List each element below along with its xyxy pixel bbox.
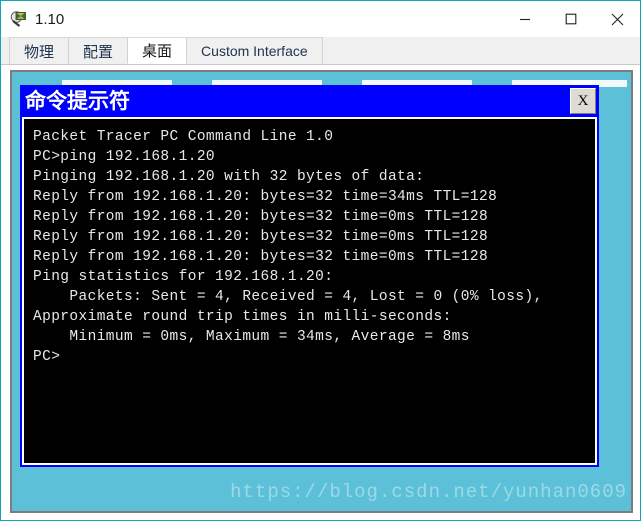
tab-physical[interactable]: 物理 — [9, 37, 70, 64]
tab-desktop-label: 桌面 — [142, 42, 173, 60]
terminal-line: Approximate round trip times in milli-se… — [33, 309, 452, 325]
desktop-panel: 命令提示符 X Packet Tracer PC Command Line 1.… — [10, 70, 633, 513]
tab-physical-label: 物理 — [24, 42, 55, 61]
terminal-line: Packets: Sent = 4, Received = 4, Lost = … — [33, 289, 543, 305]
terminal-line: Reply from 192.168.1.20: bytes=32 time=0… — [33, 209, 489, 225]
tab-custom-interface-label: Custom Interface — [201, 43, 308, 59]
command-prompt-close-button[interactable]: X — [570, 88, 596, 114]
terminal-line: Reply from 192.168.1.20: bytes=32 time=3… — [33, 189, 498, 205]
caption-button-group — [502, 1, 640, 37]
tab-content-area: 命令提示符 X Packet Tracer PC Command Line 1.… — [1, 65, 640, 520]
terminal-line: Packet Tracer PC Command Line 1.0 — [33, 129, 334, 145]
minimize-button[interactable] — [502, 1, 548, 37]
terminal-line: PC>ping 192.168.1.20 — [33, 149, 216, 165]
titlebar-left-group: 1.10 — [1, 10, 64, 28]
window-titlebar: 1.10 — [1, 1, 640, 37]
terminal-line: Pinging 192.168.1.20 with 32 bytes of da… — [33, 169, 425, 185]
application-window: 1.10 物理 配置 桌面 Custom Interface 命令提示符 X P… — [0, 0, 641, 521]
packet-tracer-magnifier-icon — [10, 10, 28, 28]
watermark-text: https://blog.csdn.net/yunhan0609 — [230, 481, 627, 503]
terminal-line: Reply from 192.168.1.20: bytes=32 time=0… — [33, 229, 489, 245]
close-icon — [611, 13, 623, 25]
command-prompt-window: 命令提示符 X Packet Tracer PC Command Line 1.… — [20, 85, 599, 467]
terminal-line: Reply from 192.168.1.20: bytes=32 time=0… — [33, 249, 489, 265]
command-prompt-title: 命令提示符 — [25, 88, 130, 113]
tab-desktop[interactable]: 桌面 — [127, 37, 188, 64]
tab-strip: 物理 配置 桌面 Custom Interface — [1, 37, 640, 65]
window-title: 1.10 — [35, 10, 65, 28]
terminal-prompt-line: PC> — [33, 349, 61, 365]
terminal-output[interactable]: Packet Tracer PC Command Line 1.0 PC>pin… — [22, 117, 597, 465]
tab-custom-interface[interactable]: Custom Interface — [186, 37, 323, 64]
maximize-button[interactable] — [548, 1, 594, 37]
command-prompt-titlebar: 命令提示符 X — [20, 85, 599, 117]
minimize-icon — [520, 18, 530, 21]
close-button[interactable] — [594, 1, 640, 37]
terminal-line: Ping statistics for 192.168.1.20: — [33, 269, 334, 285]
command-prompt-close-label: X — [577, 92, 589, 109]
tab-config[interactable]: 配置 — [68, 37, 129, 64]
terminal-line: Minimum = 0ms, Maximum = 34ms, Average =… — [33, 329, 470, 345]
maximize-icon — [565, 13, 577, 25]
tab-config-label: 配置 — [83, 42, 114, 61]
